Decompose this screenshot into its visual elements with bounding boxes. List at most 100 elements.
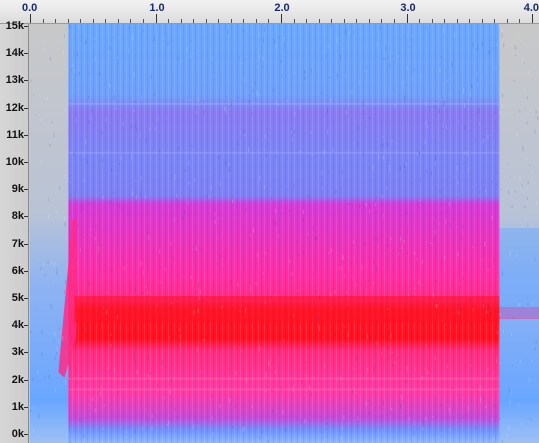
noise-speck	[426, 124, 428, 128]
noise-speck	[272, 88, 274, 92]
noise-speck	[211, 394, 213, 398]
noise-speck	[411, 182, 413, 185]
time-ruler[interactable]: 0.0 1.0 2.0 3.0 4.0	[0, 0, 539, 24]
noise-speck	[492, 46, 494, 50]
noise-speck	[119, 162, 121, 166]
noise-speck	[102, 159, 104, 163]
noise-speck	[468, 406, 470, 411]
noise-speck	[512, 317, 514, 319]
noise-speck	[250, 84, 252, 86]
noise-speck	[288, 259, 290, 263]
frequency-label: 14k	[5, 47, 24, 60]
noise-speck	[40, 267, 42, 271]
noise-speck	[434, 230, 436, 235]
noise-speck	[491, 180, 493, 184]
frequency-label: 2k	[11, 373, 24, 386]
noise-speck	[351, 89, 353, 95]
noise-speck	[85, 89, 87, 91]
frequency-tick	[24, 80, 28, 82]
noise-speck	[418, 280, 420, 285]
noise-speck	[499, 312, 501, 317]
noise-speck	[216, 236, 218, 239]
noise-speck	[198, 296, 200, 300]
noise-speck	[214, 219, 216, 224]
noise-speck	[456, 163, 458, 165]
noise-speck	[449, 92, 451, 95]
noise-speck	[445, 125, 447, 128]
noise-speck	[509, 176, 511, 178]
frequency-ruler[interactable]: 15k 14k 13k 12k 11k 10k 9k 8k 7k 6k 5k 4k 3k 2k 1k 0k	[0, 20, 29, 443]
noise-speck	[140, 261, 142, 267]
noise-speck	[407, 65, 409, 70]
noise-speck	[76, 88, 78, 91]
noise-speck	[426, 170, 428, 174]
noise-speck	[173, 217, 175, 221]
noise-speck	[419, 177, 421, 182]
noise-speck	[110, 343, 112, 348]
noise-speck	[382, 213, 384, 219]
noise-speck	[330, 248, 332, 253]
noise-speck	[261, 431, 263, 434]
noise-speck	[145, 195, 147, 199]
noise-speck	[480, 397, 482, 402]
noise-speck	[336, 73, 338, 78]
noise-speck	[424, 139, 426, 145]
noise-speck	[460, 308, 462, 313]
noise-speck	[324, 433, 326, 437]
noise-speck	[180, 148, 182, 151]
noise-speck	[221, 305, 223, 309]
noise-speck	[323, 150, 325, 154]
noise-speck	[388, 171, 390, 173]
noise-speck	[210, 168, 212, 171]
noise-speck	[389, 63, 391, 69]
noise-speck	[501, 104, 503, 109]
noise-speck	[252, 228, 254, 233]
noise-speck	[88, 202, 90, 204]
noise-speck	[382, 280, 384, 282]
noise-speck	[413, 68, 415, 72]
noise-speck	[127, 211, 129, 216]
noise-speck	[481, 42, 483, 47]
noise-speck	[464, 125, 466, 131]
noise-speck	[534, 129, 536, 134]
noise-speck	[430, 171, 432, 175]
spectrogram-view[interactable]	[30, 24, 539, 443]
noise-speck	[103, 263, 105, 266]
noise-speck	[488, 305, 490, 310]
noise-speck	[501, 93, 503, 98]
noise-speck	[94, 236, 96, 241]
frequency-label: 9k	[11, 183, 24, 196]
noise-speck	[102, 195, 104, 200]
noise-speck	[140, 175, 142, 181]
noise-speck	[481, 77, 483, 80]
noise-speck	[193, 52, 195, 55]
noise-speck	[99, 391, 101, 397]
frequency-tick	[24, 325, 28, 327]
noise-speck	[51, 121, 53, 123]
noise-speck	[231, 102, 233, 106]
noise-speck	[440, 98, 442, 101]
noise-speck	[248, 147, 250, 153]
noise-speck	[341, 327, 343, 331]
noise-speck	[44, 273, 46, 276]
time-tick	[457, 19, 458, 23]
noise-speck	[170, 378, 172, 382]
noise-speck	[498, 24, 500, 28]
noise-speck	[199, 289, 201, 295]
noise-speck	[526, 196, 528, 200]
noise-speck	[278, 234, 280, 238]
noise-speck	[145, 138, 147, 144]
noise-speck	[37, 369, 39, 375]
noise-speck	[478, 108, 480, 114]
noise-speck	[150, 74, 152, 79]
noise-speck	[374, 237, 376, 241]
noise-speck	[89, 282, 91, 284]
noise-speck	[347, 332, 349, 338]
noise-speck	[527, 302, 529, 306]
noise-speck	[311, 154, 313, 156]
noise-speck	[210, 185, 212, 190]
noise-speck	[136, 369, 138, 375]
noise-speck	[76, 51, 78, 56]
noise-speck	[163, 396, 165, 400]
noise-speck	[300, 419, 302, 425]
